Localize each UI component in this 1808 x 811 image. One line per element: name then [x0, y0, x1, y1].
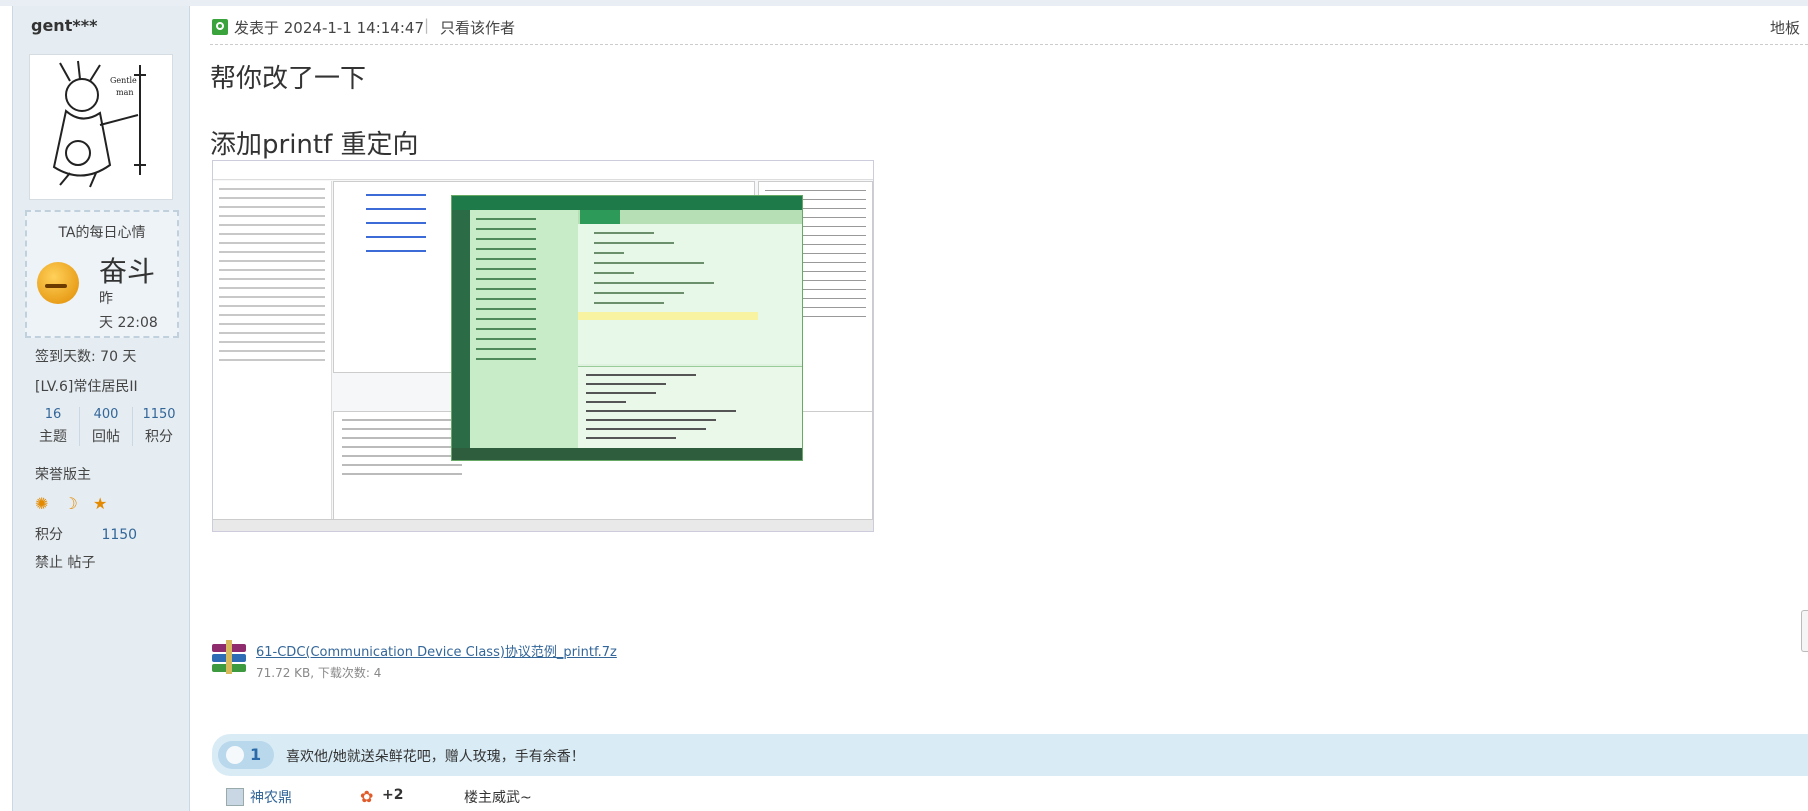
winrar-archive-icon — [212, 640, 246, 674]
online-status-icon — [212, 19, 228, 35]
stat-replies-value[interactable]: 400 — [80, 407, 132, 422]
user-stats: 16 主题 400 回帖 1150 积分 — [27, 407, 187, 446]
rating-count: 1 — [250, 745, 262, 764]
rating-score: +2 — [382, 787, 404, 803]
attachment-link[interactable]: 61-CDC(Communication Device Class)协议范例_p… — [256, 641, 617, 660]
flower-rating-icon — [226, 746, 244, 764]
author-sidebar: gent*** Gentle man TA的每日心情 奋斗 昨 天 22:08 … — [12, 6, 190, 811]
stat-topics[interactable]: 16 主题 — [27, 407, 80, 446]
medal-list: ✺ ☽ ★ — [35, 494, 117, 513]
flower-icon: ✿ — [360, 787, 374, 806]
mood-struggle-icon — [37, 262, 79, 304]
user-level[interactable]: [LV.6]常住居民II — [35, 376, 138, 396]
top-border — [0, 0, 1808, 6]
only-author-link[interactable]: 只看该作者 — [440, 17, 515, 38]
mood-time-line2: 天 22:08 — [99, 315, 158, 331]
points-label: 积分 — [35, 527, 63, 543]
avatar-drawing-icon: Gentle man — [52, 60, 146, 188]
post-time: 发表于 2024-1-1 14:14:47 — [234, 19, 424, 37]
honor-title: 荣誉版主 — [35, 467, 91, 483]
points-row: 积分 1150 — [35, 524, 137, 544]
sun-icon[interactable]: ✺ — [35, 494, 48, 513]
floor-number[interactable]: 地板 — [1770, 17, 1800, 38]
stat-replies-label: 回帖 — [92, 429, 120, 445]
rating-row: 神农鼎 ✿ +2 楼主威武~ — [212, 786, 912, 808]
screenshot-left-panel — [213, 181, 332, 521]
mood-time-line1: 昨 — [99, 291, 113, 307]
stat-topics-label: 主题 — [39, 429, 67, 445]
svg-text:Gentle: Gentle — [110, 76, 137, 85]
svg-text:man: man — [116, 88, 134, 97]
screenshot-menubar — [213, 161, 873, 180]
mood-text: 奋斗 — [99, 255, 156, 288]
header-separator: | — [424, 16, 430, 34]
stat-replies[interactable]: 400 回帖 — [80, 407, 133, 446]
ban-posts-link[interactable]: 禁止 帖子 — [35, 552, 95, 572]
signin-days: 签到天数: 70 天 — [35, 349, 137, 365]
post-line-2: 添加printf 重定向 — [210, 130, 419, 160]
rater-name[interactable]: 神农鼎 — [250, 787, 292, 807]
stat-topics-value[interactable]: 16 — [27, 407, 79, 422]
screenshot-statusbar — [213, 519, 873, 531]
stat-points[interactable]: 1150 积分 — [133, 407, 185, 446]
post-screenshot-image[interactable] — [212, 160, 874, 532]
moon-icon[interactable]: ☽ — [64, 494, 78, 513]
post-header: 发表于 2024-1-1 14:14:47 | 只看该作者 地板 — [210, 14, 1808, 45]
rating-comment: 楼主威武~ — [464, 790, 532, 806]
rating-prompt: 喜欢他/她就送朵鲜花吧，赠人玫瑰，手有余香！ — [286, 749, 585, 765]
post-line-1: 帮你改了一下 — [210, 64, 367, 94]
rater-avatar[interactable] — [226, 788, 244, 806]
side-scroll-tab[interactable] — [1801, 610, 1808, 652]
points-value: 1150 — [101, 527, 138, 543]
star-icon[interactable]: ★ — [93, 494, 107, 513]
daily-mood-box: TA的每日心情 奋斗 昨 天 22:08 — [25, 210, 179, 338]
stat-points-value[interactable]: 1150 — [133, 407, 185, 422]
author-username[interactable]: gent*** — [31, 16, 97, 35]
rating-bar: 1 喜欢他/她就送朵鲜花吧，赠人玫瑰，手有余香！ — [212, 734, 1808, 776]
avatar[interactable]: Gentle man — [29, 54, 173, 200]
mood-title: TA的每日心情 — [58, 225, 146, 241]
attachment-meta: 71.72 KB, 下载次数: 4 — [256, 666, 382, 680]
rating-count-badge[interactable]: 1 — [218, 741, 274, 769]
screenshot-ide-window — [451, 195, 803, 461]
stat-points-label: 积分 — [145, 429, 173, 445]
